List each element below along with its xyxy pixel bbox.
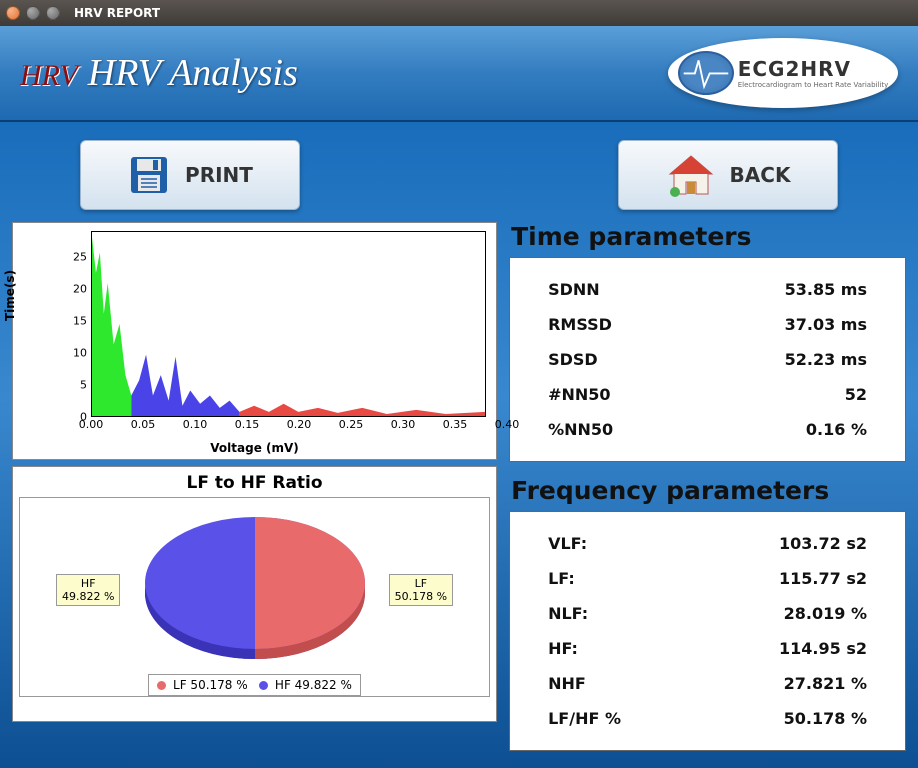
home-icon: [666, 152, 716, 198]
xtick: 0.10: [183, 418, 208, 431]
pulse-icon: [678, 51, 734, 95]
legend-swatch-hf: [259, 681, 268, 690]
param-row: NLF:28.019 %: [538, 596, 877, 631]
brand-name: ECG2HRV: [738, 57, 851, 81]
ytick: 20: [63, 283, 87, 296]
pie-label-lf: LF 50.178 %: [389, 574, 453, 606]
time-params-heading: Time parameters: [511, 222, 906, 251]
ytick: 5: [63, 379, 87, 392]
xtick: 0.00: [79, 418, 104, 431]
param-row: LF:115.77 s2: [538, 561, 877, 596]
xtick: 0.35: [443, 418, 468, 431]
legend-swatch-lf: [157, 681, 166, 690]
charts-column: Time(s) Voltage (mV) 0 5 10 15 20 25 0.: [12, 222, 497, 765]
toolbar: PRINT BACK: [0, 122, 918, 222]
xtick: 0.20: [287, 418, 312, 431]
xtick: 0.05: [131, 418, 156, 431]
param-row: LF/HF %50.178 %: [538, 701, 877, 736]
pie-legend: LF 50.178 % HF 49.822 %: [20, 674, 489, 696]
freq-params-box: VLF:103.72 s2 LF:115.77 s2 NLF:28.019 % …: [509, 511, 906, 751]
app-name: HRV Analysis: [88, 51, 298, 95]
minimize-icon[interactable]: [26, 6, 40, 20]
hrv-logo-text: HRV: [20, 59, 78, 93]
y-axis-label: Time(s): [3, 270, 17, 321]
brand-logo: ECG2HRV Electrocardiogram to Heart Rate …: [668, 38, 898, 108]
xtick: 0.15: [235, 418, 260, 431]
param-row: SDNN53.85 ms: [538, 272, 877, 307]
content-area: Time(s) Voltage (mV) 0 5 10 15 20 25 0.: [0, 222, 918, 765]
xtick: 0.40: [495, 418, 520, 431]
window-title: HRV REPORT: [74, 6, 160, 20]
ytick: 15: [63, 315, 87, 328]
print-button[interactable]: PRINT: [80, 140, 300, 210]
parameters-column: Time parameters SDNN53.85 ms RMSSD37.03 …: [509, 222, 906, 765]
spectrum-plot-area: [91, 231, 486, 417]
app-title: HRV HRV Analysis: [20, 51, 298, 95]
brand-tagline: Electrocardiogram to Heart Rate Variabil…: [738, 81, 889, 89]
legend-lf: LF 50.178 %: [173, 678, 248, 692]
close-icon[interactable]: [6, 6, 20, 20]
xtick: 0.30: [391, 418, 416, 431]
param-row: %NN500.16 %: [538, 412, 877, 447]
param-row: SDSD52.23 ms: [538, 342, 877, 377]
x-axis-label: Voltage (mV): [210, 441, 299, 455]
time-params-box: SDNN53.85 ms RMSSD37.03 ms SDSD52.23 ms …: [509, 257, 906, 462]
param-row: HF:114.95 s2: [538, 631, 877, 666]
pie-title: LF to HF Ratio: [19, 473, 490, 493]
app-header: HRV HRV Analysis ECG2HRV Electrocardiogr…: [0, 26, 918, 122]
legend-hf: HF 49.822 %: [275, 678, 352, 692]
pie-chart: LF to HF Ratio HF 49.822 % LF 50.178 %: [12, 466, 497, 722]
page-body: HRV HRV Analysis ECG2HRV Electrocardiogr…: [0, 26, 918, 768]
floppy-disk-icon: [127, 153, 171, 197]
xtick: 0.25: [339, 418, 364, 431]
ytick: 25: [63, 251, 87, 264]
back-label: BACK: [730, 163, 791, 187]
back-button[interactable]: BACK: [618, 140, 838, 210]
param-row: VLF:103.72 s2: [538, 526, 877, 561]
freq-params-heading: Frequency parameters: [511, 476, 906, 505]
window-titlebar: HRV REPORT: [0, 0, 918, 26]
param-row: RMSSD37.03 ms: [538, 307, 877, 342]
pie-label-hf: HF 49.822 %: [56, 574, 120, 606]
print-label: PRINT: [185, 163, 253, 187]
pie-graphic: [135, 503, 375, 663]
param-row: NHF27.821 %: [538, 666, 877, 701]
ytick: 10: [63, 347, 87, 360]
maximize-icon[interactable]: [46, 6, 60, 20]
param-row: #NN5052: [538, 377, 877, 412]
spectrum-chart: Time(s) Voltage (mV) 0 5 10 15 20 25 0.: [12, 222, 497, 460]
